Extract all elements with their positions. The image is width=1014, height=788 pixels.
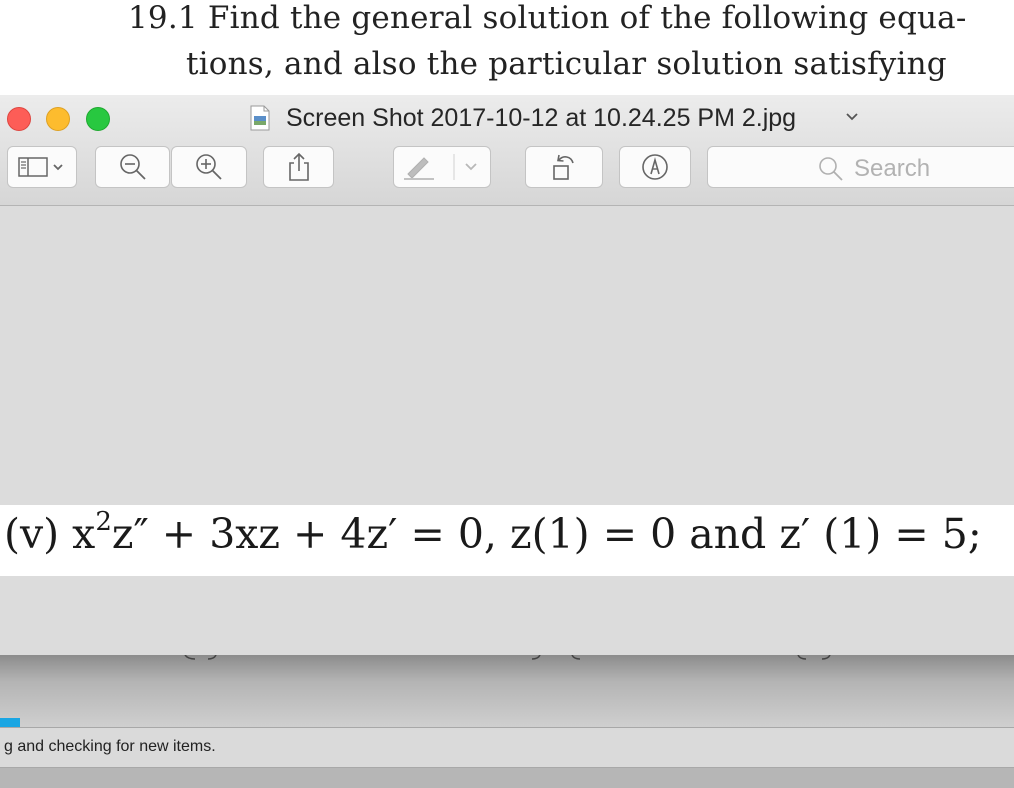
annotate-icon bbox=[642, 154, 668, 180]
zoom-out-button[interactable] bbox=[95, 146, 170, 188]
equation-exponent: 2 bbox=[95, 507, 112, 537]
image-canvas[interactable]: (v) x2z″ + 3xz + 4z′ = 0, z(1) = 0 and z… bbox=[0, 206, 1014, 655]
bottom-strip bbox=[0, 768, 1014, 788]
background-text-line-2: tions, and also the particular solution … bbox=[186, 46, 947, 82]
equation-prefix: (v) x bbox=[4, 510, 96, 558]
status-text: g and checking for new items. bbox=[4, 738, 216, 755]
zoom-in-icon bbox=[196, 154, 222, 180]
equation-rest: z″ + 3xz + 4z′ = 0, z(1) = 0 and z′ (1) … bbox=[111, 510, 982, 558]
sidebar-icon bbox=[18, 157, 63, 177]
markup-button[interactable] bbox=[393, 146, 491, 188]
clipped-background-text bbox=[184, 655, 831, 660]
progress-indicator bbox=[0, 718, 20, 727]
markup-pen-icon bbox=[404, 154, 477, 180]
chevron-down-icon[interactable] bbox=[844, 109, 860, 125]
background-text-line-1: 19.1 Find the general solution of the fo… bbox=[128, 0, 967, 36]
document-icon bbox=[250, 105, 270, 131]
sidebar-toggle-button[interactable] bbox=[7, 146, 77, 188]
zoom-button[interactable] bbox=[86, 107, 110, 131]
minimize-button[interactable] bbox=[46, 107, 70, 131]
equation-text: (v) x2z″ + 3xz + 4z′ = 0, z(1) = 0 and z… bbox=[4, 507, 982, 558]
titlebar: Screen Shot 2017-10-12 at 10.24.25 PM 2.… bbox=[0, 95, 1014, 206]
zoom-in-button[interactable] bbox=[171, 146, 247, 188]
status-bar: g and checking for new items. bbox=[0, 727, 1014, 768]
background-document: 19.1 Find the general solution of the fo… bbox=[0, 0, 1014, 100]
close-button[interactable] bbox=[7, 107, 31, 131]
annotate-button[interactable] bbox=[619, 146, 691, 188]
rotate-icon bbox=[553, 154, 574, 180]
share-icon bbox=[288, 152, 309, 181]
rotate-button[interactable] bbox=[525, 146, 603, 188]
search-field[interactable]: Search bbox=[707, 146, 1014, 188]
share-button[interactable] bbox=[263, 146, 334, 188]
preview-window: Screen Shot 2017-10-12 at 10.24.25 PM 2.… bbox=[0, 95, 1014, 655]
search-placeholder: Search bbox=[854, 155, 931, 182]
displayed-image: (v) x2z″ + 3xz + 4z′ = 0, z(1) = 0 and z… bbox=[0, 505, 1014, 576]
window-title[interactable]: Screen Shot 2017-10-12 at 10.24.25 PM 2.… bbox=[286, 104, 796, 133]
search-icon bbox=[819, 157, 843, 181]
zoom-out-icon bbox=[119, 154, 146, 180]
